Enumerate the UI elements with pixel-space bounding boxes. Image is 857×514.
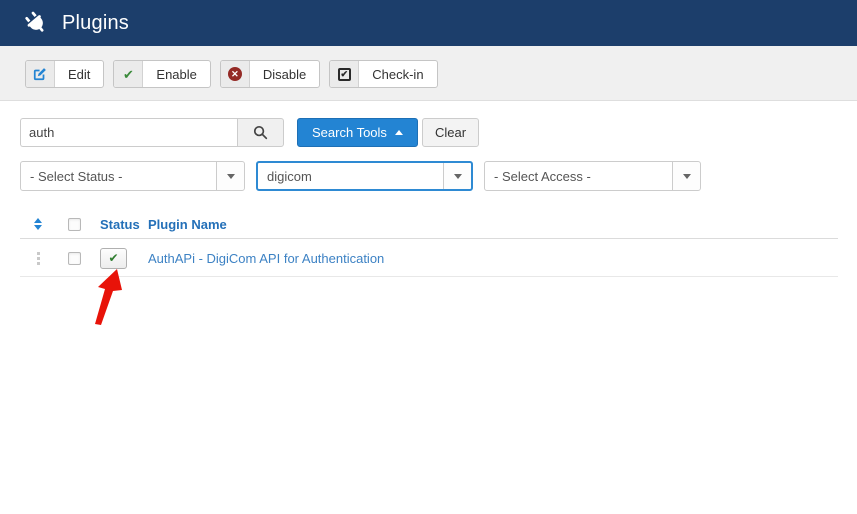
- red-arrow-annotation: [95, 269, 122, 325]
- search-submit-button[interactable]: [237, 118, 284, 147]
- row-checkbox[interactable]: [67, 251, 81, 265]
- check-icon: ✔: [108, 251, 119, 265]
- caret-up-icon: [394, 130, 403, 135]
- plug-icon: [25, 11, 44, 32]
- enable-button-label: Enable: [156, 66, 197, 82]
- search-tools-label: Search Tools: [312, 125, 387, 140]
- clear-button-label: Clear: [435, 125, 467, 140]
- cancel-circle-icon: ✕: [220, 61, 250, 87]
- edit-icon: [26, 61, 55, 87]
- column-header-status[interactable]: Status: [100, 217, 140, 232]
- caret-down-icon[interactable]: [443, 163, 471, 189]
- caret-down-icon[interactable]: [216, 162, 244, 190]
- search-input[interactable]: [20, 118, 237, 147]
- caret-down-icon[interactable]: [672, 162, 700, 190]
- enable-button[interactable]: ✔ Enable: [113, 60, 211, 88]
- toolbar-buttons: Edit ✔ Enable ✕ Disable ✔ Check-in: [25, 60, 438, 88]
- drag-dots-icon[interactable]: [36, 251, 40, 265]
- disable-button-label: Disable: [262, 66, 307, 82]
- select-access-dropdown[interactable]: - Select Access -: [484, 161, 701, 191]
- extension-search-combobox[interactable]: digicom: [256, 161, 473, 191]
- checkin-button[interactable]: ✔ Check-in: [329, 60, 438, 88]
- edit-button[interactable]: Edit: [25, 60, 105, 88]
- plugin-name-link[interactable]: AuthAPi - DigiCom API for Authentication: [148, 251, 384, 266]
- clear-button[interactable]: Clear: [422, 118, 480, 147]
- select-status-value: - Select Status -: [30, 168, 123, 184]
- magnifier-icon: [253, 125, 268, 140]
- app-header: Plugins: [0, 0, 857, 46]
- disable-button[interactable]: ✕ Disable: [219, 60, 321, 88]
- check-icon: ✔: [114, 61, 144, 87]
- column-header-plugin-name[interactable]: Plugin Name: [148, 217, 227, 232]
- select-access-value: - Select Access -: [494, 168, 591, 184]
- extension-search-value: digicom: [267, 168, 312, 184]
- table-header: Status Plugin Name: [20, 210, 838, 239]
- page-title: Plugins: [62, 11, 129, 34]
- search-tools-button[interactable]: Search Tools: [297, 118, 418, 147]
- select-status-dropdown[interactable]: - Select Status -: [20, 161, 245, 191]
- sort-updown-icon[interactable]: [34, 218, 42, 230]
- checkin-button-label: Check-in: [372, 66, 424, 82]
- edit-button-label: Edit: [68, 66, 91, 82]
- checkbox-checked-icon: ✔: [330, 61, 360, 87]
- select-all-checkbox[interactable]: [67, 217, 81, 231]
- table-row: ✔ AuthAPi - DigiCom API for Authenticati…: [20, 240, 838, 277]
- status-enabled-toggle[interactable]: ✔: [100, 247, 127, 269]
- plugins-manager-page: Plugins Edit ✔ Enable ✕ Disable ✔ Check-…: [0, 0, 857, 514]
